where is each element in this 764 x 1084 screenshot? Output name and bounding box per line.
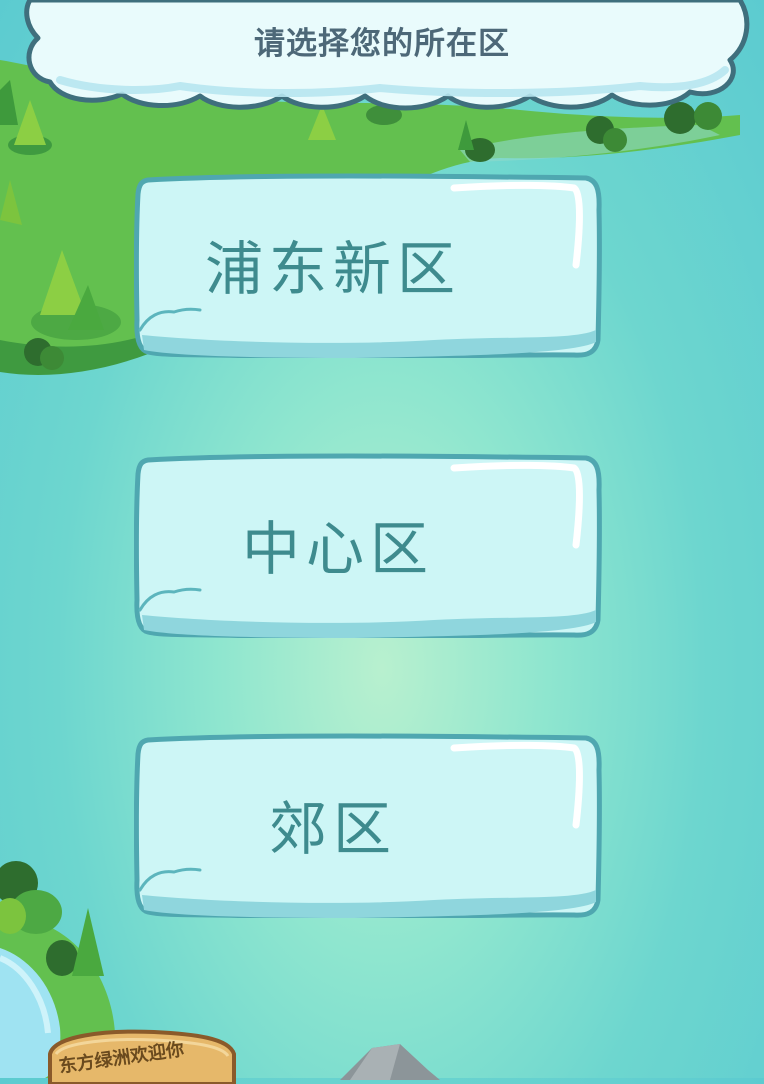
page-title: 请选择您的所在区 [254,26,510,62]
district-label: 中心区 [241,515,434,583]
district-button-center[interactable]: 中心区 [134,450,602,638]
tree-icon [0,861,62,934]
rock [340,1044,440,1080]
district-button-suburb[interactable]: 郊区 [134,730,602,918]
district-label: 浦东新区 [204,235,461,303]
district-label: 郊区 [268,795,397,863]
scene: 请选择您的所在区 东方绿洲欢迎你 浦东新区 中心区 郊区 [0,0,764,1084]
district-button-pudong[interactable]: 浦东新区 [134,170,602,358]
